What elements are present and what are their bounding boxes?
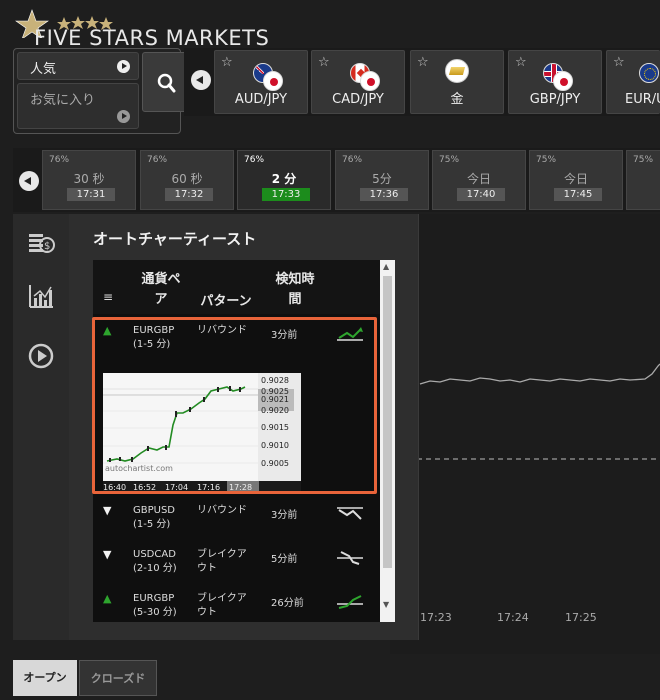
- list-header: ≡ 通貨ペ ア パターン 検知時 間: [93, 260, 380, 314]
- arrow-down-icon: ▼: [103, 548, 112, 561]
- payout-percent: 75%: [439, 155, 460, 165]
- timeframes-prev-button[interactable]: [19, 171, 39, 191]
- x-tick-label: 17:23: [420, 611, 452, 624]
- header-pair[interactable]: 通貨ペ ア: [131, 270, 191, 310]
- selected-pattern-highlight: [92, 317, 377, 494]
- favorites-box: 人気 お気に入り: [13, 48, 190, 134]
- detected-ago: 26分前: [271, 598, 304, 609]
- asset-card-cad-jpy[interactable]: ☆ CAD/JPY: [311, 50, 405, 114]
- timeframe-card-active[interactable]: 76% 2 分 17:33: [237, 150, 331, 210]
- x-tick-label: 17:25: [565, 611, 597, 624]
- list-item[interactable]: ▼ GBPUSD (1-5 分) リバウンド 3分前: [93, 502, 380, 546]
- breakout-up-icon: [337, 595, 363, 609]
- payout-percent: 76%: [244, 155, 265, 165]
- list-item[interactable]: ▲ EURGBP (5-30 分) ブレイクア ウト 26分前: [93, 590, 380, 622]
- timeframe-label: 今日: [466, 172, 491, 186]
- star-icon[interactable]: ☆: [417, 55, 429, 70]
- expiry-time: 17:36: [360, 188, 408, 201]
- jpy-flag-icon: [360, 71, 380, 91]
- favorites-tab-label: お気に入り: [30, 93, 96, 108]
- popular-tab[interactable]: 人気: [17, 52, 139, 80]
- timeframe-label: 60 秒: [171, 172, 203, 186]
- gold-bar-icon: [445, 59, 469, 83]
- star-icon[interactable]: ☆: [613, 55, 625, 70]
- scroll-thumb[interactable]: [383, 276, 392, 568]
- popular-tab-label: 人気: [30, 62, 57, 77]
- timeframe-card[interactable]: 75% 今日 17:40: [432, 150, 526, 210]
- jpy-flag-icon: [263, 71, 283, 91]
- arrow-up-icon: ▲: [103, 592, 112, 605]
- assets-prev-button[interactable]: [191, 70, 211, 90]
- asset-label: CAD/JPY: [332, 92, 384, 107]
- asset-card-gold[interactable]: ☆ 金: [410, 50, 504, 114]
- expiry-time: 17:31: [67, 188, 115, 201]
- detected-ago: 3分前: [271, 510, 298, 521]
- timeframe-card[interactable]: 76% 30 秒 17:31: [42, 150, 136, 210]
- pair-label: USDCAD (2-10 分): [133, 549, 177, 574]
- expiry-time: 17:33: [262, 188, 310, 201]
- payout-percent: 76%: [49, 155, 70, 165]
- rebound-down-icon: [337, 507, 363, 520]
- star-icon[interactable]: ☆: [318, 55, 330, 70]
- pair-label: GBPUSD (1-5 分): [133, 505, 176, 530]
- scroll-down-icon[interactable]: ▼: [383, 600, 389, 609]
- eur-flag-icon: [639, 63, 659, 83]
- star-icon[interactable]: ☆: [221, 55, 233, 70]
- menu-icon[interactable]: ≡: [103, 290, 113, 304]
- asset-label: 金: [450, 92, 464, 107]
- side-rail: $: [13, 214, 69, 640]
- breakout-down-icon: [337, 551, 363, 565]
- list-scrollbar[interactable]: ▲ ▼: [380, 260, 395, 622]
- header-pattern[interactable]: パターン: [191, 290, 261, 309]
- timeframe-card[interactable]: 76% 5分 17:36: [335, 150, 429, 210]
- panel-title: オートチャーティースト: [93, 230, 257, 248]
- price-chart[interactable]: [390, 214, 660, 654]
- x-tick-label: 17:24: [497, 611, 529, 624]
- timeframe-label: 2 分: [271, 172, 297, 186]
- play-icon: [117, 60, 130, 73]
- payout-percent: 76%: [342, 155, 363, 165]
- asset-label: GBP/JPY: [529, 92, 581, 107]
- search-button[interactable]: [142, 52, 190, 112]
- jpy-flag-icon: [553, 71, 573, 91]
- detected-ago: 5分前: [271, 554, 298, 565]
- timeframe-label: 30 秒: [73, 172, 105, 186]
- timeframe-label: 5分: [372, 172, 392, 186]
- asset-card-eur[interactable]: ☆ EUR/U: [606, 50, 660, 114]
- pattern-label: ブレイクア ウト: [197, 549, 247, 574]
- payout-percent: 75%: [536, 155, 557, 165]
- header-time[interactable]: 検知時 間: [265, 270, 325, 310]
- list-item[interactable]: ▼ USDCAD (2-10 分) ブレイクア ウト 5分前: [93, 546, 380, 590]
- timeframe-card[interactable]: 75%: [626, 150, 660, 210]
- pattern-label: リバウンド: [197, 505, 247, 516]
- asset-card-gbp-jpy[interactable]: ☆ GBP/JPY: [508, 50, 602, 114]
- timeframe-card[interactable]: 76% 60 秒 17:32: [140, 150, 234, 210]
- favorites-tab[interactable]: お気に入り: [17, 83, 139, 129]
- asset-label: EUR/U: [625, 92, 660, 107]
- scroll-up-icon[interactable]: ▲: [383, 262, 389, 271]
- expiry-time: 17:45: [554, 188, 602, 201]
- asset-label: AUD/JPY: [234, 92, 288, 107]
- asset-card-aud-jpy[interactable]: ☆ AUD/JPY: [214, 50, 308, 114]
- timeframe-label: 今日: [563, 172, 588, 186]
- svg-text:$: $: [44, 241, 50, 252]
- play-icon: [117, 110, 130, 123]
- expiry-time: 17:40: [457, 188, 505, 201]
- tab-closed[interactable]: クローズド: [79, 660, 157, 696]
- play-circle-icon[interactable]: [27, 342, 55, 370]
- pair-label: EURGBP (5-30 分): [133, 593, 177, 618]
- payout-percent: 76%: [147, 155, 168, 165]
- expiry-time: 17:32: [165, 188, 213, 201]
- arrow-down-icon: ▼: [103, 504, 112, 517]
- tab-open[interactable]: オープン: [13, 660, 77, 696]
- chart-icon[interactable]: [27, 282, 55, 310]
- star-icon[interactable]: ☆: [515, 55, 527, 70]
- coins-icon[interactable]: $: [27, 226, 55, 254]
- price-chart-svg: [390, 363, 660, 460]
- timeframe-card[interactable]: 75% 今日 17:45: [529, 150, 623, 210]
- payout-percent: 75%: [633, 155, 654, 165]
- pattern-label: ブレイクア ウト: [197, 593, 247, 618]
- brand-name: FIVE STARS MARKETS: [34, 26, 270, 50]
